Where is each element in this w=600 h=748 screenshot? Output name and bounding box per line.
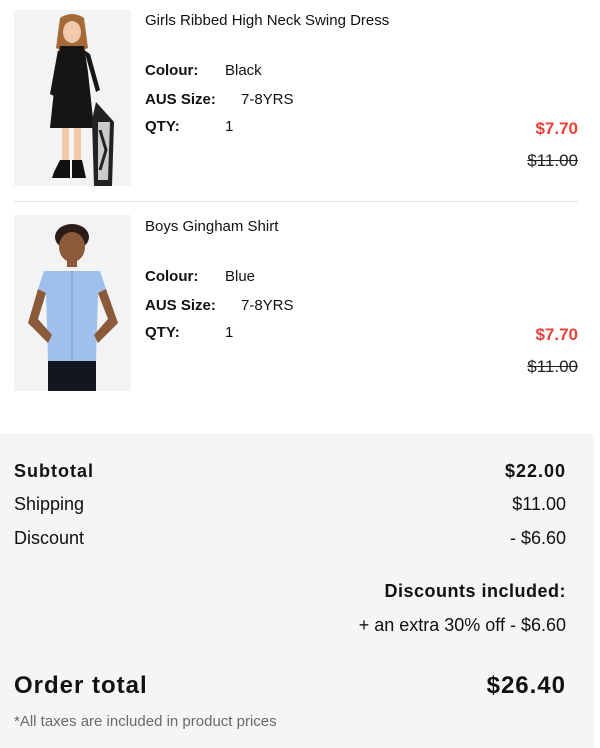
size-label: AUS Size:: [145, 91, 216, 108]
order-summary: Subtotal $22.00 Shipping $11.00 Discount…: [0, 434, 594, 748]
product-name[interactable]: Girls Ribbed High Neck Swing Dress: [145, 12, 389, 29]
size-attribute: AUS Size: 7-8YRS: [145, 91, 294, 108]
cart-item: Girls Ribbed High Neck Swing Dress Colou…: [0, 0, 600, 200]
original-price: $11.00: [527, 357, 578, 376]
size-value: 7-8YRS: [241, 297, 294, 314]
boy-in-blue-shirt-photo: [14, 215, 131, 391]
colour-attribute: Colour: Black: [145, 62, 262, 79]
discounts-included-heading: Discounts included:: [384, 581, 566, 601]
product-image-girl-dress[interactable]: [14, 10, 131, 186]
original-price: $11.00: [527, 151, 578, 170]
sale-price: $7.70: [535, 325, 578, 344]
qty-attribute: QTY: 1: [145, 118, 233, 135]
discount-detail: + an extra 30% off - $6.60: [358, 615, 566, 635]
size-label: AUS Size:: [145, 297, 216, 314]
subtotal-label: Subtotal: [14, 461, 94, 481]
order-total-label: Order total: [14, 672, 148, 699]
shipping-row: Shipping $11.00: [14, 494, 566, 515]
qty-attribute: QTY: 1: [145, 324, 233, 341]
qty-label: QTY:: [145, 118, 180, 135]
size-value: 7-8YRS: [241, 91, 294, 108]
product-image-boy-shirt[interactable]: [14, 215, 131, 391]
discount-value: - $6.60: [509, 528, 566, 548]
subtotal-row: Subtotal $22.00: [14, 461, 566, 482]
discount-row: Discount - $6.60: [14, 528, 566, 549]
order-total-value: $26.40: [486, 672, 566, 699]
order-total-row: Order total $26.40: [14, 672, 566, 700]
qty-value: 1: [225, 118, 234, 135]
colour-label: Colour:: [145, 62, 199, 79]
cart-item: Boys Gingham Shirt Colour: Blue AUS Size…: [0, 206, 600, 402]
girl-in-black-dress-photo: [14, 10, 131, 186]
shipping-value: $11.00: [512, 494, 566, 514]
subtotal-value: $22.00: [504, 461, 566, 481]
colour-attribute: Colour: Blue: [145, 268, 255, 285]
qty-label: QTY:: [145, 324, 180, 341]
sale-price: $7.70: [535, 119, 578, 138]
colour-value: Black: [225, 62, 262, 79]
item-divider: [14, 201, 578, 202]
qty-value: 1: [225, 324, 234, 341]
shipping-label: Shipping: [14, 494, 85, 514]
colour-value: Blue: [225, 268, 256, 285]
tax-note: *All taxes are included in product price…: [14, 713, 277, 730]
product-name[interactable]: Boys Gingham Shirt: [145, 218, 278, 235]
discount-label: Discount: [14, 528, 85, 548]
colour-label: Colour:: [145, 268, 199, 285]
size-attribute: AUS Size: 7-8YRS: [145, 297, 294, 314]
